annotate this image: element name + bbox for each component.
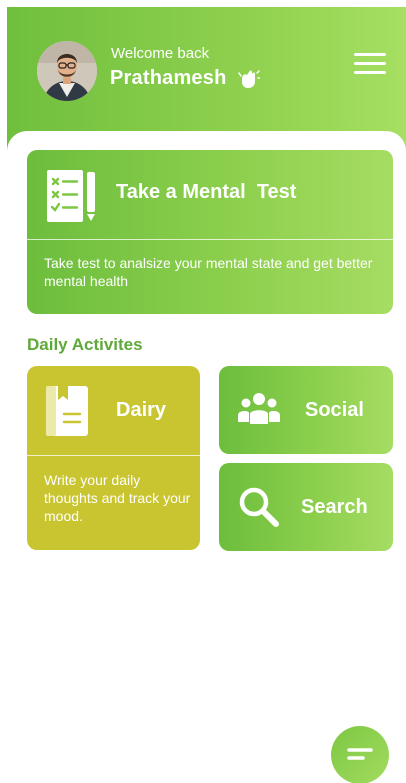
mental-test-title: Take a Mental Test (116, 181, 297, 203)
user-avatar[interactable] (37, 41, 97, 101)
diary-card[interactable]: Dairy Write your daily thoughts and trac… (27, 366, 200, 550)
chat-bubble-icon (347, 748, 373, 760)
mental-test-card[interactable]: Take a Mental Test Take test to analsize… (27, 150, 393, 314)
welcome-text: Welcome back (111, 45, 210, 62)
menu-line (354, 62, 386, 65)
waving-hand-icon (238, 70, 260, 88)
checklist-icon (47, 170, 95, 222)
people-group-icon (238, 393, 280, 424)
diary-title: Dairy (116, 399, 167, 421)
chat-button[interactable] (331, 726, 389, 783)
social-label: Social (305, 399, 364, 421)
magnifier-icon (239, 487, 279, 527)
card-divider (27, 239, 393, 240)
mental-test-description: Take test to analsize your mental state … (44, 255, 373, 289)
search-card[interactable]: Search (219, 463, 393, 551)
hamburger-menu-icon[interactable] (354, 53, 386, 77)
daily-activities-heading: Daily Activites (27, 335, 143, 354)
menu-line (354, 71, 386, 74)
book-icon (46, 386, 88, 436)
app-screen: Welcome back Prathamesh Take a Mental Te… (7, 7, 406, 783)
avatar-portrait (37, 41, 97, 101)
diary-description: Write your daily thoughts and track your… (44, 472, 191, 524)
menu-line (354, 53, 386, 56)
card-divider (27, 455, 200, 456)
social-card[interactable]: Social (219, 366, 393, 454)
user-name: Prathamesh (110, 67, 227, 89)
search-label: Search (301, 496, 368, 518)
